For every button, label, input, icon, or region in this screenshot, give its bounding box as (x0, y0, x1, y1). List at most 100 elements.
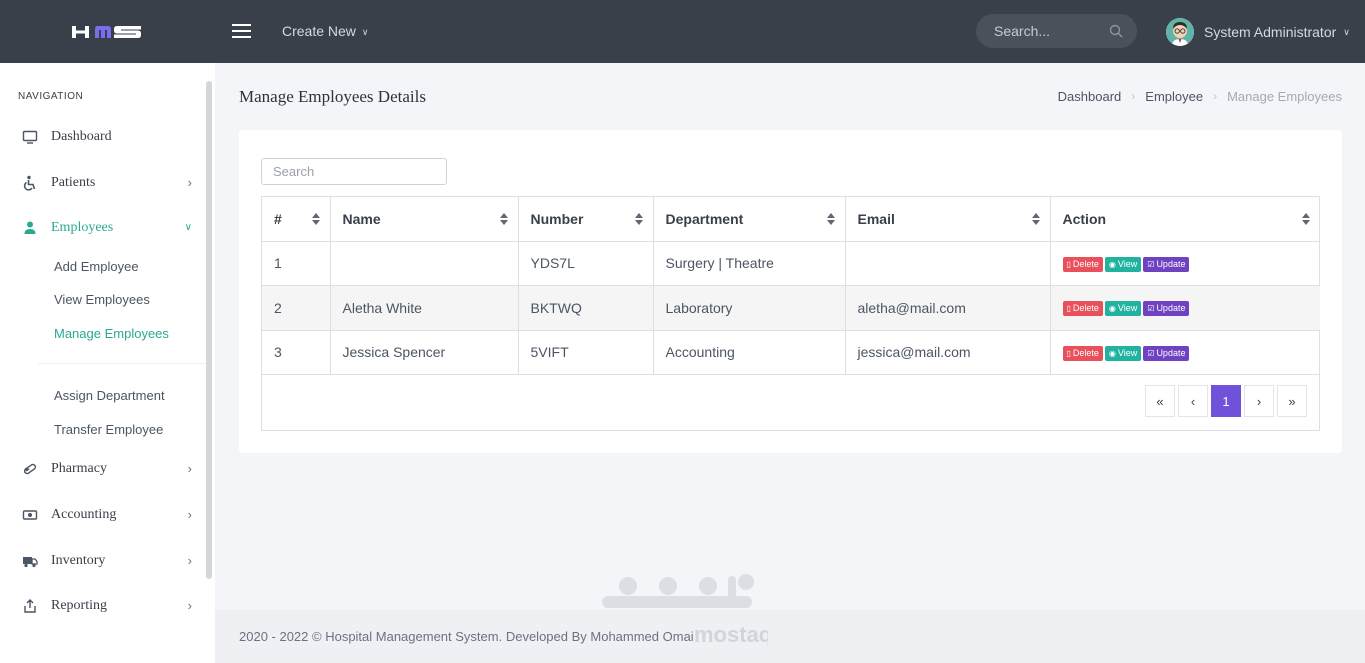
money-icon (22, 510, 38, 520)
page-title: Manage Employees Details (239, 87, 426, 106)
delete-button[interactable]: ▯ Delete (1062, 345, 1103, 361)
cell-number: 1 (262, 240, 331, 286)
sidebar-item-label: Pharmacy (51, 461, 107, 476)
update-button[interactable]: ☑ Update (1143, 345, 1190, 361)
update-label: Update (1156, 303, 1186, 314)
sub-item-assign-department[interactable]: Assign Department (54, 388, 165, 403)
sidebar-item-dashboard[interactable]: Dashboard (0, 117, 206, 157)
edit-icon: ☑ (1147, 304, 1155, 314)
delete-label: Delete (1072, 347, 1099, 358)
sidebar-item-reporting[interactable]: Reporting › (0, 586, 206, 626)
sidebar: NAVIGATION Dashboard Patients › Employee… (0, 63, 215, 663)
update-label: Update (1156, 258, 1186, 269)
cell-number: 2 (262, 285, 331, 331)
table-search-input[interactable] (261, 158, 447, 185)
update-button[interactable]: ☑ Update (1143, 301, 1190, 317)
sort-icon[interactable] (826, 213, 835, 225)
sidebar-scrollbar[interactable] (206, 81, 212, 579)
sidebar-item-inventory[interactable]: Inventory › (0, 541, 206, 581)
chevron-right-icon: › (1213, 89, 1218, 103)
hms-logo[interactable] (70, 22, 144, 42)
sub-item-add-employee[interactable]: Add Employee (54, 259, 139, 274)
eye-icon: ◉ (1108, 259, 1116, 269)
sort-icon[interactable] (499, 213, 508, 225)
sidebar-item-label: Dashboard (51, 129, 112, 144)
sort-icon[interactable] (1302, 213, 1310, 225)
monitor-icon (22, 130, 38, 144)
sidebar-item-patients[interactable]: Patients › (0, 163, 206, 203)
column-header-department[interactable]: Department (652, 197, 846, 242)
cell-name (329, 240, 519, 286)
sort-icon[interactable] (311, 213, 320, 225)
user-icon (24, 221, 36, 234)
export-icon (24, 599, 36, 613)
view-button[interactable]: ◉ View (1104, 301, 1142, 317)
footer: 2020 - 2022 © Hospital Management System… (215, 610, 1365, 663)
column-header-email[interactable]: Email (844, 197, 1051, 242)
chevron-right-icon: › (187, 507, 192, 522)
sub-item-view-employees[interactable]: View Employees (54, 292, 150, 307)
column-header-name[interactable]: Name (329, 197, 519, 242)
chevron-right-icon: › (187, 461, 192, 476)
page-next-button[interactable]: › (1244, 385, 1274, 417)
breadcrumb-dashboard[interactable]: Dashboard (1058, 89, 1122, 104)
create-new-dropdown[interactable]: Create New ∨ (282, 23, 369, 39)
cell-department: Surgery | Theatre (652, 240, 846, 286)
page-prev-button[interactable]: ‹ (1178, 385, 1208, 417)
divider (38, 363, 206, 364)
view-button[interactable]: ◉ View (1104, 256, 1142, 272)
cell-name: Aletha White (329, 285, 519, 331)
chevron-down-icon: ∨ (361, 27, 369, 37)
cell-email (844, 240, 1051, 286)
column-header-number[interactable]: # (262, 197, 331, 242)
edit-icon: ☑ (1147, 348, 1155, 358)
watermark-logo: mostaql.com (602, 574, 768, 647)
column-header-label: Email (857, 210, 895, 227)
sidebar-item-employees[interactable]: Employees ∨ (0, 208, 206, 248)
cell-code: YDS7L (517, 240, 654, 286)
sidebar-item-label: Reporting (51, 598, 107, 613)
eye-icon: ◉ (1108, 304, 1116, 314)
page-last-button[interactable]: » (1277, 385, 1307, 417)
create-new-label: Create New (282, 23, 356, 39)
sidebar-item-accounting[interactable]: Accounting › (0, 495, 206, 535)
sort-icon[interactable] (634, 213, 643, 225)
chevron-down-icon: ∨ (184, 222, 192, 233)
sidebar-item-label: Employees (51, 220, 114, 235)
truck-icon (23, 557, 38, 568)
chevron-right-icon: › (1131, 89, 1136, 103)
column-header-label: Number (530, 210, 584, 227)
cell-email: jessica@mail.com (844, 329, 1051, 375)
delete-button[interactable]: ▯ Delete (1062, 301, 1103, 317)
cell-email: aletha@mail.com (844, 285, 1051, 331)
update-button[interactable]: ☑ Update (1143, 256, 1190, 272)
page-1-button[interactable]: 1 (1211, 385, 1241, 417)
cell-code: 5VIFT (517, 329, 654, 375)
search-input[interactable] (994, 23, 1104, 39)
column-header-action[interactable]: Action (1049, 197, 1320, 242)
view-label: View (1117, 258, 1138, 269)
sub-item-manage-employees[interactable]: Manage Employees (54, 326, 169, 341)
sidebar-item-label: Patients (51, 175, 96, 190)
menu-toggle-button[interactable] (232, 24, 251, 38)
delete-button[interactable]: ▯ Delete (1062, 256, 1103, 272)
cell-name: Jessica Spencer (329, 329, 519, 375)
cell-code: BKTWQ (517, 285, 654, 331)
sidebar-item-pharmacy[interactable]: Pharmacy › (0, 449, 206, 489)
cell-actions: ▯ Delete ◉ View ☑ Update (1049, 240, 1320, 286)
search-icon[interactable] (1109, 24, 1123, 38)
sort-icon[interactable] (1031, 213, 1040, 225)
sub-item-transfer-employee[interactable]: Transfer Employee (54, 422, 163, 437)
global-search (976, 14, 1137, 48)
user-name: System Administrator (1204, 24, 1337, 40)
cell-actions: ▯ Delete ◉ View ☑ Update (1049, 329, 1320, 375)
chevron-right-icon: › (187, 175, 192, 190)
employees-table-wrapper: # Name Number Department Email Action 1 … (261, 196, 1320, 431)
column-header-code[interactable]: Number (517, 197, 654, 242)
watermark-text: mostaql.com (694, 622, 768, 647)
page-first-button[interactable]: « (1145, 385, 1175, 417)
breadcrumb-employee[interactable]: Employee (1145, 89, 1203, 104)
view-button[interactable]: ◉ View (1104, 345, 1142, 361)
update-label: Update (1156, 347, 1186, 358)
user-menu[interactable]: System Administrator ∨ (1166, 18, 1350, 46)
